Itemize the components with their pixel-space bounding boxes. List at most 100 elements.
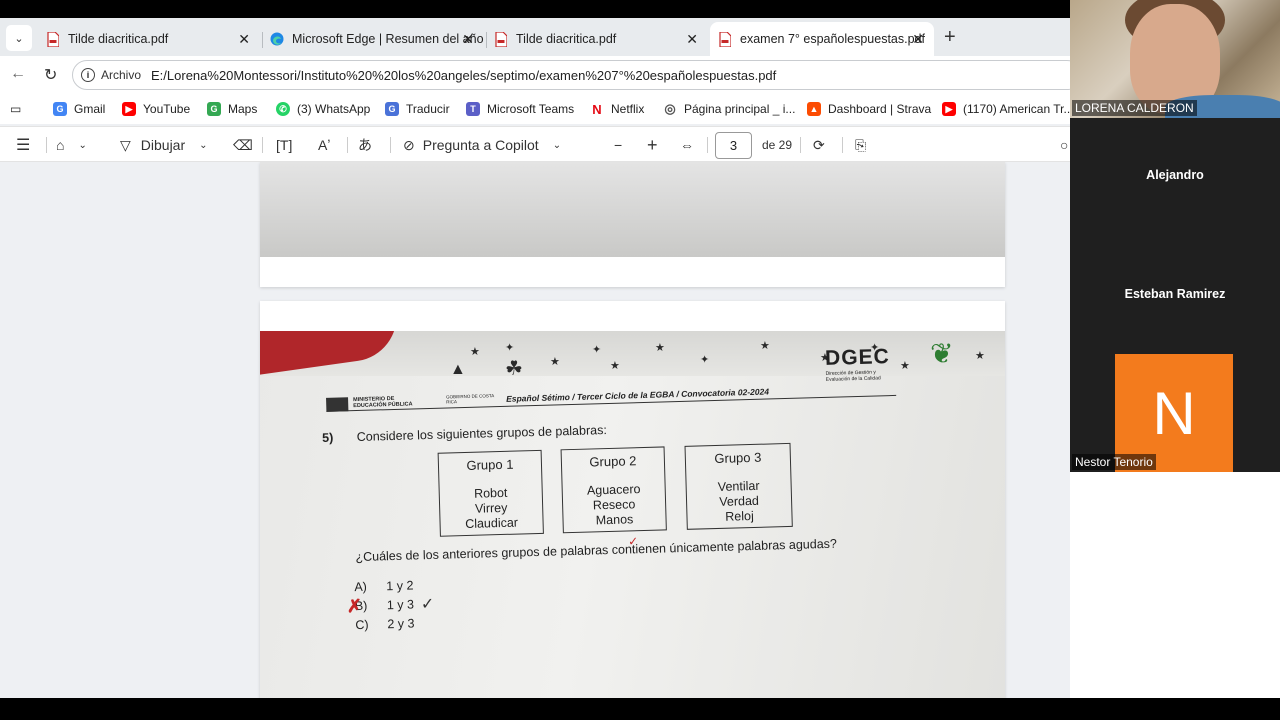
protocol-label: Archivo — [101, 68, 142, 82]
participant-video-main[interactable]: LORENA CALDERON — [1070, 0, 1280, 118]
group-word: Reloj — [725, 508, 754, 524]
new-tab-button[interactable]: + — [944, 26, 956, 49]
red-checkmark-icon: ✓ — [627, 534, 639, 549]
favorites-bar: ▭ G Gmail ▶ YouTube G Maps ✆ (3) WhatsApp GT… — [0, 94, 1070, 124]
translate-icon[interactable]: あ — [358, 133, 372, 157]
copilot-button[interactable]: ⊘ Pregunta a Copilot ⌄ — [403, 133, 561, 157]
google-icon: G — [207, 102, 221, 116]
close-icon[interactable]: ✕ — [686, 31, 698, 48]
government-name: GOBIERNO DE COSTA RICA — [445, 393, 495, 405]
pdf-page-2 — [260, 162, 1005, 287]
pdf-toolbar: ☰ ⌂ ⌄ ▽ Dibujar ⌄ ⌫ [T] Aʼ あ ⊘ Pregunta a Co… — [0, 126, 1070, 162]
close-icon[interactable]: ✕ — [912, 31, 924, 48]
fit-page-icon[interactable]: ⇔ — [680, 133, 694, 157]
group-2-box: Grupo 2 Aguacero Reseco Manos — [560, 446, 667, 534]
toolbar-separator — [46, 137, 47, 153]
fav-teams[interactable]: T Microsoft Teams — [466, 99, 574, 119]
ministry-name: MINISTERIO DE EDUCACIÓN PÚBLICA — [353, 395, 413, 410]
pen-icon: ▽ — [120, 136, 131, 153]
contents-icon[interactable]: ☰ — [16, 133, 30, 157]
star-icon: ✦ — [505, 342, 515, 354]
google-icon: G — [53, 102, 67, 116]
right-blank-area — [1070, 472, 1280, 698]
copilot-icon: ⊘ — [403, 136, 415, 153]
group-word: Claudicar — [465, 515, 519, 532]
zoom-out-button[interactable]: − — [614, 133, 622, 157]
pdf-icon — [46, 31, 60, 47]
close-icon[interactable]: ✕ — [238, 31, 250, 48]
tab-2[interactable]: Microsoft Edge | Resumen del año ✕ — [262, 22, 484, 56]
rotate-icon[interactable]: ⟳ — [813, 133, 825, 157]
info-icon[interactable]: i — [81, 68, 95, 82]
url-text[interactable]: E:/Lorena%20Montessori/Instituto%20%20lo… — [151, 68, 776, 83]
search-icon[interactable]: ○ — [1060, 133, 1068, 157]
question-5-intro: 5) Considere los siguientes grupos de pa… — [322, 423, 607, 445]
exam-sheet: DGEC Dirección de Gestión y Evaluación d… — [320, 344, 929, 691]
globe-icon: ◎ — [663, 101, 677, 116]
group-title: Grupo 2 — [589, 453, 637, 470]
page-number-input[interactable]: 3 — [715, 132, 752, 159]
fav-netflix[interactable]: N Netflix — [590, 99, 644, 119]
dgec-logo: DGEC — [824, 345, 891, 370]
chevron-down-icon: ⌄ — [199, 139, 208, 151]
reading-list-icon[interactable]: ▭ — [10, 99, 21, 119]
text-box-icon[interactable]: [T] — [276, 133, 292, 157]
option-c: C) 2 y 3 — [355, 616, 415, 633]
screen-bottom-bar — [0, 698, 1280, 720]
toolbar-separator — [390, 137, 391, 153]
read-aloud-icon[interactable]: Aʼ — [318, 133, 330, 157]
option-a: A) 1 y 2 — [354, 578, 414, 595]
tab-title: Microsoft Edge | Resumen del año — [292, 32, 484, 46]
toolbar-separator — [800, 137, 801, 153]
fav-strava[interactable]: ▲ Dashboard | Strava — [807, 99, 931, 119]
youtube-icon: ▶ — [942, 102, 956, 116]
edge-icon — [270, 31, 284, 47]
page-view-icon[interactable]: ⎘ — [855, 133, 866, 157]
close-icon[interactable]: ✕ — [462, 31, 474, 48]
pdf-viewer[interactable]: ★ ✦ ▲ ☘ ★ ✦ ★ ★ ✦ ★ ★ ✦ ★ ❦ ★ DGEC Direc… — [0, 162, 1070, 698]
fav-gmail[interactable]: G Gmail — [53, 99, 105, 119]
pdf-icon — [718, 31, 732, 47]
zoom-in-button[interactable]: + — [647, 133, 658, 157]
translate-icon: G — [385, 102, 399, 116]
fav-maps[interactable]: G Maps — [207, 99, 257, 119]
tab-3[interactable]: Tilde diacritica.pdf ✕ — [486, 22, 708, 56]
fav-pagina-principal[interactable]: ◎ Página principal _ i... — [663, 99, 795, 119]
tab-1[interactable]: Tilde diacritica.pdf ✕ — [38, 22, 260, 56]
address-bar-row: ← ↻ i Archivo E:/Lorena%20Montessori/Ins… — [0, 56, 1070, 94]
draw-button[interactable]: ▽ Dibujar ⌄ — [120, 133, 208, 157]
fav-traducir[interactable]: G Traducir — [385, 99, 450, 119]
participant-name: Alejandro — [1146, 168, 1204, 182]
netflix-icon: N — [590, 102, 604, 117]
toolbar-separator — [707, 137, 708, 153]
fav-american[interactable]: ▶ (1170) American Tr... — [942, 99, 1070, 119]
youtube-icon: ▶ — [122, 102, 136, 116]
participant-name: Nestor Tenorio — [1072, 454, 1156, 470]
refresh-icon[interactable]: ↻ — [44, 65, 57, 85]
teams-icon: T — [466, 102, 480, 116]
chevron-down-icon: ⌄ — [78, 139, 87, 151]
highlighter-icon: ⌂ — [56, 137, 65, 153]
back-arrow-icon[interactable]: ← — [10, 65, 26, 83]
tab-4-active[interactable]: examen 7° españolespuestas.pdf ✕ — [710, 22, 934, 56]
highlight-button[interactable]: ⌂ ⌄ — [56, 133, 87, 157]
group-3-box: Grupo 3 Ventilar Verdad Reloj — [684, 442, 793, 530]
eraser-icon[interactable]: ⌫ — [233, 133, 253, 157]
tab-actions-menu[interactable]: ⌄ — [6, 25, 32, 51]
red-cross-mark: ✗ — [346, 595, 363, 617]
toolbar-separator — [347, 137, 348, 153]
chevron-down-icon: ⌄ — [552, 139, 562, 151]
toolbar-separator — [262, 137, 263, 153]
strava-icon: ▲ — [807, 102, 821, 116]
page-photo — [260, 162, 1005, 257]
question-text: ¿Cuáles de los anteriores grupos de pala… — [355, 536, 838, 565]
pdf-page-3: ★ ✦ ▲ ☘ ★ ✦ ★ ★ ✦ ★ ★ ✦ ★ ❦ ★ DGEC Direc… — [260, 301, 1005, 698]
question-intro: Considere los siguientes grupos de palab… — [356, 423, 607, 445]
address-bar[interactable]: i Archivo E:/Lorena%20Montessori/Institu… — [72, 60, 1070, 90]
pdf-icon — [494, 31, 508, 47]
fav-youtube[interactable]: ▶ YouTube — [122, 99, 190, 119]
fav-whatsapp[interactable]: ✆ (3) WhatsApp — [276, 99, 370, 119]
tab-title: Tilde diacritica.pdf — [516, 32, 617, 46]
tab-title: Tilde diacritica.pdf — [68, 32, 169, 46]
question-number: 5) — [321, 430, 334, 445]
